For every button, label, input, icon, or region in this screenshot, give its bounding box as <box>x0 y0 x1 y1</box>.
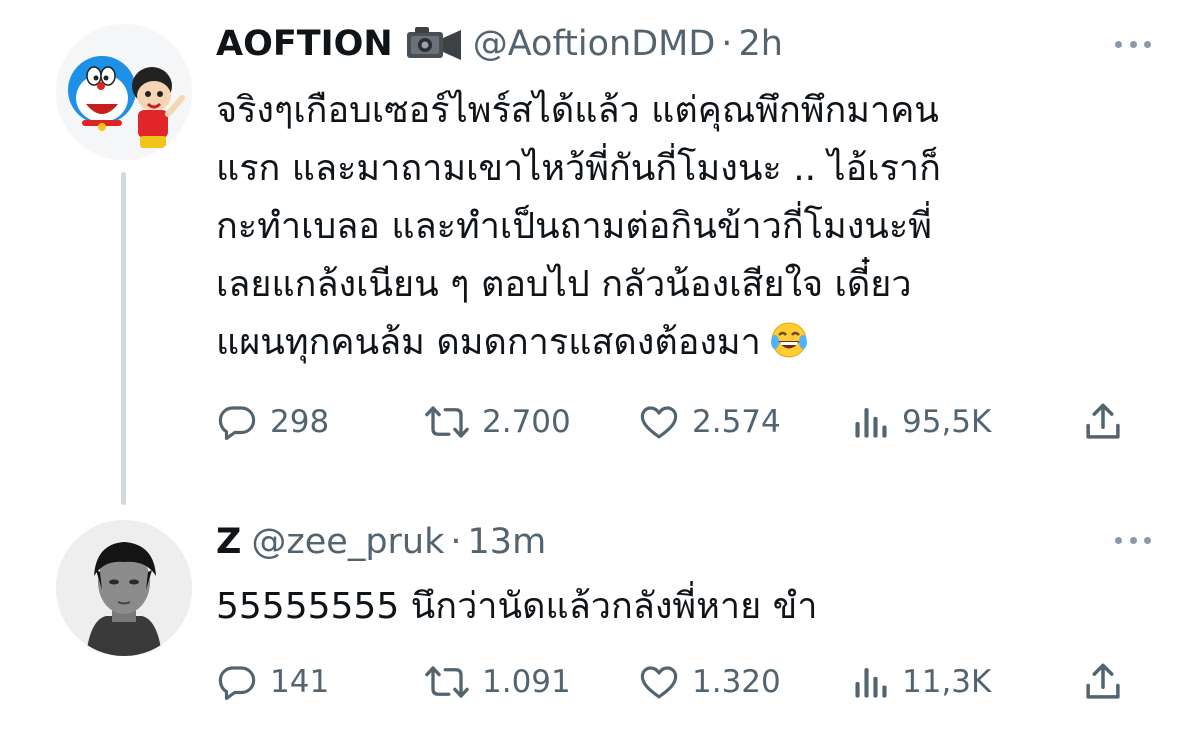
tweet-header: Z @zee_pruk · 13m <box>216 520 546 564</box>
user-handle[interactable]: @zee_pruk <box>251 520 444 564</box>
video-camera-icon <box>405 26 463 62</box>
reply-count: 141 <box>270 664 330 700</box>
retweet-button[interactable]: 2.700 <box>424 397 571 447</box>
retweet-button[interactable]: 1.091 <box>424 657 571 707</box>
tweet-text: จริงๆเกือบเซอร์ไพร์สได้แล้ว แต่คุณพึกพึก… <box>216 82 1096 378</box>
more-options-button[interactable] <box>1115 535 1151 545</box>
profile-photo-image <box>56 520 192 656</box>
reply-icon <box>218 666 256 701</box>
tweet-text-line: เลยแกล้งเนียน ๆ ตอบไป กลัวน้องเสียใจ เดี… <box>216 264 912 305</box>
tweet-text-line: จริงๆเกือบเซอร์ไพร์สได้แล้ว แต่คุณพึกพึก… <box>216 90 939 131</box>
reply-button[interactable]: 141 <box>216 657 329 707</box>
separator-dot: · <box>450 522 462 562</box>
share-icon <box>1086 403 1120 439</box>
reply-count: 298 <box>270 404 330 440</box>
tweet-actions: 298 2.700 2.574 95,5K <box>216 397 1126 447</box>
retweet-count: 1.091 <box>482 664 571 700</box>
reply-icon <box>218 406 256 441</box>
tweet-text-line: แรก และมาถามเขาไหว้พี่กันกี่โมงนะ .. ไอ้… <box>216 148 941 189</box>
separator-dot: · <box>721 24 733 64</box>
like-icon <box>640 406 678 439</box>
cartoon-avatar-image <box>56 24 192 160</box>
share-button[interactable] <box>1082 397 1124 447</box>
tweet-actions: 141 1.091 1.320 11,3K <box>216 657 1126 707</box>
more-icon <box>1115 40 1122 48</box>
avatar[interactable] <box>56 520 192 656</box>
tweet-text-segment: แผนทุกคนล้ม ดมดการแสดงต้องมา <box>216 322 761 363</box>
display-name[interactable]: Z <box>216 520 241 564</box>
views-button[interactable]: 95,5K <box>852 397 991 447</box>
share-icon <box>1086 663 1120 699</box>
user-handle[interactable]: @AoftionDMD <box>473 22 716 66</box>
views-icon <box>855 408 887 438</box>
laughing-tears-emoji <box>769 320 809 378</box>
timestamp[interactable]: 13m <box>468 520 547 564</box>
views-icon <box>855 668 887 698</box>
reply-button[interactable]: 298 <box>216 397 329 447</box>
tweet-text-line: 55555555 นึกว่านัดแล้วกลังพี่หาย ขำ <box>216 586 818 627</box>
thread-connector-line <box>121 172 126 505</box>
views-button[interactable]: 11,3K <box>852 657 991 707</box>
share-button[interactable] <box>1082 657 1124 707</box>
avatar[interactable] <box>56 24 192 160</box>
like-count: 1.320 <box>692 664 781 700</box>
retweet-icon <box>425 406 469 438</box>
like-count: 2.574 <box>692 404 781 440</box>
retweet-icon <box>425 666 469 698</box>
more-icon <box>1115 536 1122 544</box>
display-name[interactable]: AOFTION <box>216 22 393 66</box>
retweet-count: 2.700 <box>482 404 571 440</box>
tweet-text: 55555555 นึกว่านัดแล้วกลังพี่หาย ขำ <box>216 578 1116 636</box>
tweet-header: AOFTION @AoftionDMD · 2h <box>216 22 783 66</box>
timestamp[interactable]: 2h <box>738 22 782 66</box>
tweet-text-line: กะทำเบลอ และทำเป็นถามต่อกินข้าวกี่โมงนะพ… <box>216 206 932 247</box>
like-button[interactable]: 1.320 <box>638 657 781 707</box>
more-options-button[interactable] <box>1115 39 1151 49</box>
views-count: 11,3K <box>902 664 992 700</box>
like-icon <box>640 666 678 699</box>
tweet-text-line-last: แผนทุกคนล้ม ดมดการแสดงต้องมา <box>216 314 1096 378</box>
like-button[interactable]: 2.574 <box>638 397 781 447</box>
views-count: 95,5K <box>902 404 992 440</box>
